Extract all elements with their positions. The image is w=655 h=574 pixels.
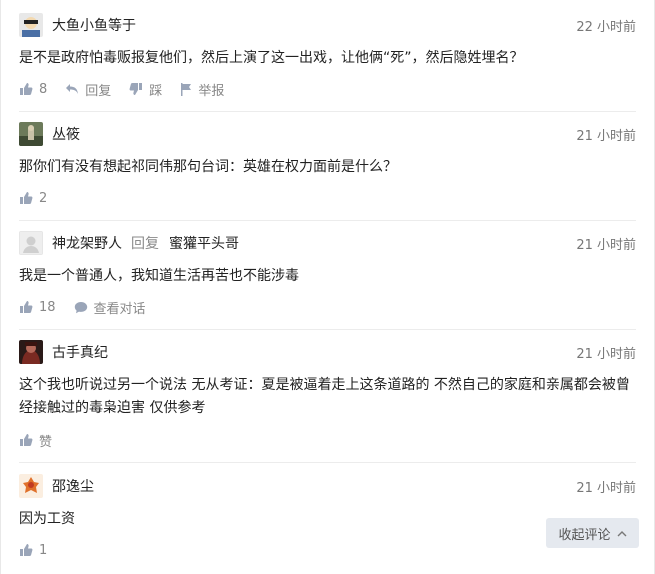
like-label: 赞 xyxy=(39,434,53,450)
divider xyxy=(19,329,636,330)
comment-actions: 1 xyxy=(19,541,65,559)
avatar[interactable] xyxy=(19,13,43,37)
comment-actions: 赞 xyxy=(19,431,70,450)
report-label: 举报 xyxy=(198,83,225,99)
comment-header: 神龙架野人 回复 蜜獾平头哥 xyxy=(19,231,239,255)
collapse-comments-label: 收起评论 xyxy=(558,527,611,543)
reply-label: 回复 xyxy=(85,83,112,99)
reply-button[interactable]: 回复 xyxy=(65,80,111,99)
comment-text: 这个我也听说过另一个说法 无从考证：夏是被逼着走上这条道路的 不然自己的家庭和亲… xyxy=(19,377,630,416)
like-count: 1 xyxy=(39,542,48,558)
comment-list: 大鱼小鱼等于 22 小时前 是不是政府怕毒贩报复他们，然后上演了这一出戏，让他俩… xyxy=(0,0,655,574)
chevron-up-icon xyxy=(617,530,626,536)
chat-bubble-icon xyxy=(74,301,87,313)
like-button[interactable]: 8 xyxy=(19,82,47,97)
dislike-button[interactable]: 踩 xyxy=(129,80,162,99)
comment-header: 大鱼小鱼等于 xyxy=(19,13,136,37)
divider xyxy=(19,111,636,112)
thumb-up-icon xyxy=(20,192,33,204)
username[interactable]: 古手真纪 xyxy=(52,342,108,362)
comment-actions: 18 查看对话 xyxy=(19,298,164,317)
avatar[interactable] xyxy=(19,474,43,498)
comment-text: 是不是政府怕毒贩报复他们，然后上演了这一出戏，让他俩“死”，然后隐姓埋名？ xyxy=(19,50,524,66)
like-button[interactable]: 2 xyxy=(19,191,47,206)
avatar[interactable] xyxy=(19,231,43,255)
like-button[interactable]: 1 xyxy=(19,543,47,558)
report-button[interactable]: 举报 xyxy=(180,80,224,99)
username[interactable]: 丛筱 xyxy=(52,124,80,144)
view-conversation-label: 查看对话 xyxy=(93,301,146,317)
username[interactable]: 邵逸尘 xyxy=(52,476,94,496)
username[interactable]: 神龙架野人 xyxy=(52,233,122,253)
like-count: 8 xyxy=(39,81,48,97)
thumb-up-icon xyxy=(20,83,33,95)
divider xyxy=(19,220,636,221)
username[interactable]: 大鱼小鱼等于 xyxy=(52,15,136,35)
divider xyxy=(19,462,636,463)
comment-actions: 8 回复 踩 举报 xyxy=(19,80,242,99)
comment-header: 古手真纪 xyxy=(19,340,108,364)
comment-actions: 2 xyxy=(19,189,65,207)
comment-text: 因为工资 xyxy=(19,511,75,527)
timestamp: 21 小时前 xyxy=(576,129,636,144)
timestamp: 21 小时前 xyxy=(576,347,636,362)
timestamp: 21 小时前 xyxy=(576,481,636,496)
view-conversation-button[interactable]: 查看对话 xyxy=(74,298,146,317)
timestamp: 22 小时前 xyxy=(576,20,636,35)
dislike-label: 踩 xyxy=(149,83,163,99)
comment-text: 我是一个普通人，我知道生活再苦也不能涉毒 xyxy=(19,268,299,284)
avatar[interactable] xyxy=(19,340,43,364)
reply-target-username[interactable]: 蜜獾平头哥 xyxy=(169,233,239,253)
avatar[interactable] xyxy=(19,122,43,146)
thumb-up-icon xyxy=(20,544,33,556)
comment-text: 那你们有没有想起祁同伟那句台词：英雄在权力面前是什么？ xyxy=(19,159,397,175)
thumb-down-icon xyxy=(129,83,143,95)
comment-header: 邵逸尘 xyxy=(19,474,94,498)
like-count: 18 xyxy=(39,299,56,315)
thumb-up-icon xyxy=(20,301,33,313)
flag-icon xyxy=(181,82,192,96)
thumb-up-icon xyxy=(20,434,33,446)
collapse-comments-button[interactable]: 收起评论 xyxy=(546,518,639,548)
reply-arrow-icon xyxy=(66,84,79,94)
timestamp: 21 小时前 xyxy=(576,238,636,253)
comment-header: 丛筱 xyxy=(19,122,80,146)
like-button[interactable]: 赞 xyxy=(19,431,52,450)
reply-indicator: 回复 xyxy=(131,236,159,252)
like-button[interactable]: 18 xyxy=(19,300,56,315)
like-count: 2 xyxy=(39,190,48,206)
